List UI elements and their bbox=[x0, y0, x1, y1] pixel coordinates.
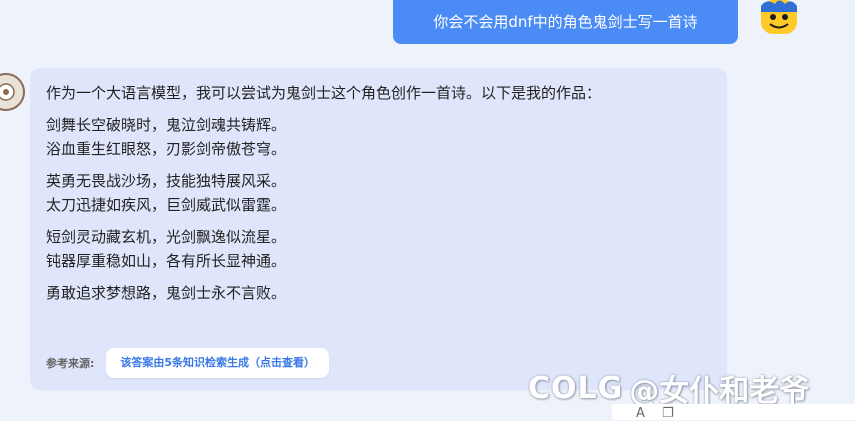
poem-line: 太刀迅捷如疾风，巨剑威武似雷霆。 bbox=[46, 196, 287, 214]
poem-line: 剑舞长空破晓时，鬼泣剑魂共铸辉。 bbox=[46, 116, 287, 134]
bot-message-bubble: 作为一个大语言模型，我可以尝试为鬼剑士这个角色创作一首诗。以下是我的作品： 剑舞… bbox=[30, 68, 727, 390]
user-avatar-icon[interactable] bbox=[757, 0, 801, 40]
user-message-bubble: 你会不会用dnf中的角色鬼剑士写一首诗 bbox=[393, 0, 738, 44]
poem-stanza-1: 剑舞长空破晓时，鬼泣剑魂共铸辉。 浴血重生红眼怒，刃影剑帝傲苍穹。 bbox=[46, 113, 711, 161]
font-size-icon[interactable]: A bbox=[636, 406, 645, 421]
user-message-text: 你会不会用dnf中的角色鬼剑士写一首诗 bbox=[433, 13, 698, 31]
poem-line: 短剑灵动藏玄机，光剑飘逸似流星。 bbox=[46, 228, 287, 246]
poem-line: 英勇无畏战沙场，技能独特展风采。 bbox=[46, 172, 287, 190]
poem-stanza-4: 勇敢追求梦想路，鬼剑士永不言败。 bbox=[46, 281, 711, 305]
poem-stanza-2: 英勇无畏战沙场，技能独特展风采。 太刀迅捷如疾风，巨剑威武似雷霆。 bbox=[46, 169, 711, 217]
poem-line: 钝器厚重稳如山，各有所长显神通。 bbox=[46, 252, 287, 270]
poem-line: 勇敢追求梦想路，鬼剑士永不言败。 bbox=[46, 284, 287, 302]
bottom-toolbar: A ❐ bbox=[612, 404, 855, 421]
source-row: 参考来源: 该答案由5条知识检索生成（点击查看） bbox=[46, 348, 330, 378]
bot-intro-text: 作为一个大语言模型，我可以尝试为鬼剑士这个角色创作一首诗。以下是我的作品： bbox=[46, 84, 602, 102]
poem-stanza-3: 短剑灵动藏玄机，光剑飘逸似流星。 钝器厚重稳如山，各有所长显神通。 bbox=[46, 225, 711, 273]
source-label: 参考来源: bbox=[46, 357, 95, 370]
watermark-logo: COLG bbox=[528, 370, 624, 406]
copy-icon[interactable]: ❐ bbox=[662, 406, 674, 421]
source-link-button[interactable]: 该答案由5条知识检索生成（点击查看） bbox=[106, 348, 330, 378]
bot-avatar-icon bbox=[0, 70, 26, 114]
poem-line: 浴血重生红眼怒，刃影剑帝傲苍穹。 bbox=[46, 140, 287, 158]
